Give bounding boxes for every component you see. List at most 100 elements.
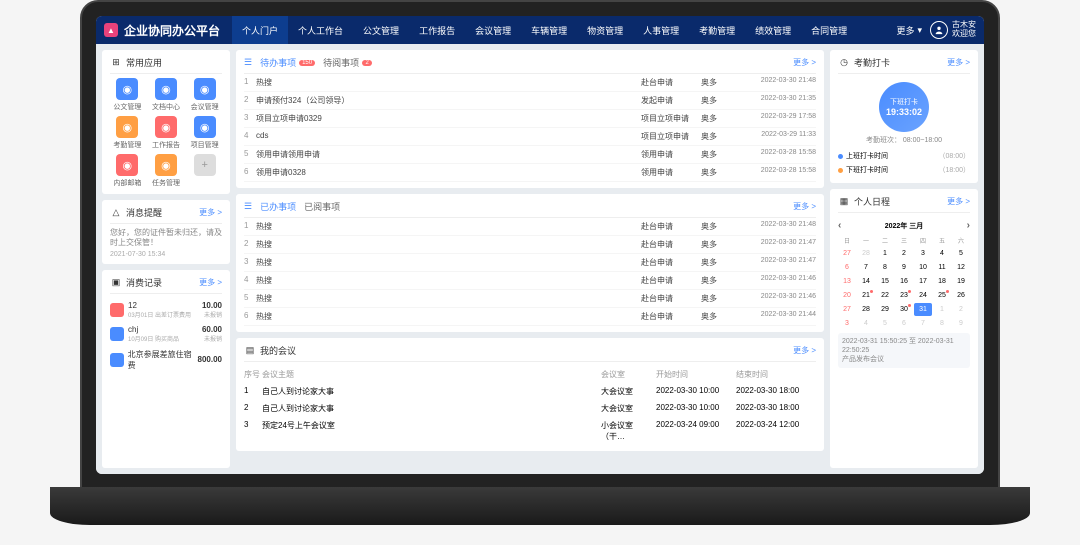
meeting-row[interactable]: 2自己人到讨论家大事大会议室2022-03-30 10:002022-03-30… [244,400,816,417]
calendar-day[interactable]: 6 [838,261,856,274]
nav-item[interactable]: 考勤管理 [689,16,745,44]
tab-read[interactable]: 已阅事项 [304,200,340,213]
calendar-event[interactable]: 2022-03-31 15:50:25 至 2022-03-31 22:50:2… [838,333,970,368]
expense-item[interactable]: 北京参展差旅住宿费800.00 [110,346,222,374]
calendar-day[interactable]: 8 [876,261,894,274]
table-row[interactable]: 5热搜赴台申请奥多2022-03-30 21:46 [244,290,816,308]
calendar-day[interactable]: 5 [952,247,970,260]
clock-more[interactable]: 更多 > [947,57,970,68]
app-item[interactable]: ◉公文管理 [110,78,145,112]
calendar-day[interactable]: 4 [933,247,951,260]
calendar-day[interactable]: 4 [857,317,875,330]
app-item[interactable]: ◉工作报告 [149,116,184,150]
meeting-more[interactable]: 更多 > [793,345,816,356]
tab-done[interactable]: 已办事项 [260,200,296,213]
meeting-row[interactable]: 1自己人到讨论家大事大会议室2022-03-30 10:002022-03-30… [244,383,816,400]
check-icon: ☰ [244,201,252,212]
calendar-day[interactable]: 30 [895,303,913,316]
calendar-day[interactable]: 31 [914,303,932,316]
calendar-day[interactable]: 24 [914,289,932,302]
nav-more[interactable]: 更多 ▾ [896,24,922,37]
calendar-day[interactable]: 5 [876,317,894,330]
calendar-day[interactable]: 1 [933,303,951,316]
calendar-day[interactable]: 29 [876,303,894,316]
calendar-day[interactable]: 8 [933,317,951,330]
calendar-day[interactable]: 3 [838,317,856,330]
nav-item[interactable]: 工作报告 [409,16,465,44]
calendar-day[interactable]: 23 [895,289,913,302]
expense-more[interactable]: 更多 > [199,277,222,288]
calendar-day[interactable]: 26 [952,289,970,302]
table-row[interactable]: 4热搜赴台申请奥多2022-03-30 21:46 [244,272,816,290]
calendar-day[interactable]: 20 [838,289,856,302]
nav-item[interactable]: 个人工作台 [288,16,353,44]
app-item[interactable]: ◉会议管理 [187,78,222,112]
app-item[interactable]: ◉文档中心 [149,78,184,112]
apps-card: ⊞常用应用 ◉公文管理◉文档中心◉会议管理◉考勤管理◉工作报告◉项目管理◉内部邮… [102,50,230,194]
calendar-day[interactable]: 28 [857,247,875,260]
expense-item[interactable]: 1203月01日 出差订票费用10.00未报销 [110,298,222,322]
table-row[interactable]: 3项目立项申请0329项目立项申请奥多2022-03-29 17:58 [244,110,816,128]
cal-prev[interactable]: ‹ [838,220,841,231]
nav-item[interactable]: 人事管理 [633,16,689,44]
table-row[interactable]: 2申请预付324（公司领导）发起申请奥多2022-03-30 21:35 [244,92,816,110]
calendar-day[interactable]: 27 [838,247,856,260]
tab-todo[interactable]: 待办事项150 [260,56,315,69]
notice-more[interactable]: 更多 > [199,207,222,218]
calendar-day[interactable]: 28 [857,303,875,316]
expense-item[interactable]: chj10月09日 购买商品60.00未报销 [110,322,222,346]
list-icon: ☰ [244,57,252,68]
calendar-day[interactable]: 12 [952,261,970,274]
app-item[interactable]: ◉考勤管理 [110,116,145,150]
calendar-day[interactable]: 7 [857,261,875,274]
app-item[interactable]: + [187,154,222,188]
tab-toread[interactable]: 待阅事项2 [323,56,372,69]
nav-item[interactable]: 物资管理 [577,16,633,44]
todo-more[interactable]: 更多 > [793,57,816,68]
calendar-day[interactable]: 25 [933,289,951,302]
clock-button[interactable]: 下班打卡19:33:02 [879,82,929,132]
nav-item[interactable]: 绩效管理 [745,16,801,44]
done-more[interactable]: 更多 > [793,201,816,212]
calendar-day[interactable]: 1 [876,247,894,260]
user-area[interactable]: 古木安欢迎您 [930,21,976,39]
app-item[interactable]: ◉内部邮箱 [110,154,145,188]
nav-item[interactable]: 个人门户 [232,16,288,44]
table-row[interactable]: 2热搜赴台申请奥多2022-03-30 21:47 [244,236,816,254]
nav-item[interactable]: 会议管理 [465,16,521,44]
table-row[interactable]: 6热搜赴台申请奥多2022-03-30 21:44 [244,308,816,326]
table-row[interactable]: 6领用申请0328领用申请奥多2022-03-28 15:58 [244,164,816,182]
calendar-day[interactable]: 9 [952,317,970,330]
table-row[interactable]: 4cds项目立项申请奥多2022-03-29 11:33 [244,128,816,146]
nav-item[interactable]: 合同管理 [801,16,857,44]
calendar-day[interactable]: 14 [857,275,875,288]
app-item[interactable]: ◉任务管理 [149,154,184,188]
calendar-day[interactable]: 19 [952,275,970,288]
table-row[interactable]: 1热搜赴台申请奥多2022-03-30 21:48 [244,218,816,236]
nav-item[interactable]: 公文管理 [353,16,409,44]
calendar-day[interactable]: 15 [876,275,894,288]
calendar-day[interactable]: 22 [876,289,894,302]
calendar-day[interactable]: 9 [895,261,913,274]
calendar-day[interactable]: 18 [933,275,951,288]
app-item[interactable]: ◉项目管理 [187,116,222,150]
calendar-day[interactable]: 2 [895,247,913,260]
calendar-day[interactable]: 10 [914,261,932,274]
calendar-day[interactable]: 11 [933,261,951,274]
calendar-day[interactable]: 13 [838,275,856,288]
meeting-row[interactable]: 3预定24号上午会议室小会议室（干…2022-03-24 09:002022-0… [244,417,816,445]
calendar-day[interactable]: 6 [895,317,913,330]
calendar-day[interactable]: 7 [914,317,932,330]
calendar-day[interactable]: 21 [857,289,875,302]
nav-item[interactable]: 车辆管理 [521,16,577,44]
table-row[interactable]: 1热搜赴台申请奥多2022-03-30 21:48 [244,74,816,92]
cal-next[interactable]: › [967,220,970,231]
calendar-day[interactable]: 17 [914,275,932,288]
calendar-day[interactable]: 3 [914,247,932,260]
cal-more[interactable]: 更多 > [947,196,970,207]
calendar-day[interactable]: 2 [952,303,970,316]
calendar-day[interactable]: 16 [895,275,913,288]
table-row[interactable]: 3热搜赴台申请奥多2022-03-30 21:47 [244,254,816,272]
calendar-day[interactable]: 27 [838,303,856,316]
table-row[interactable]: 5领用申请领用申请领用申请奥多2022-03-28 15:58 [244,146,816,164]
